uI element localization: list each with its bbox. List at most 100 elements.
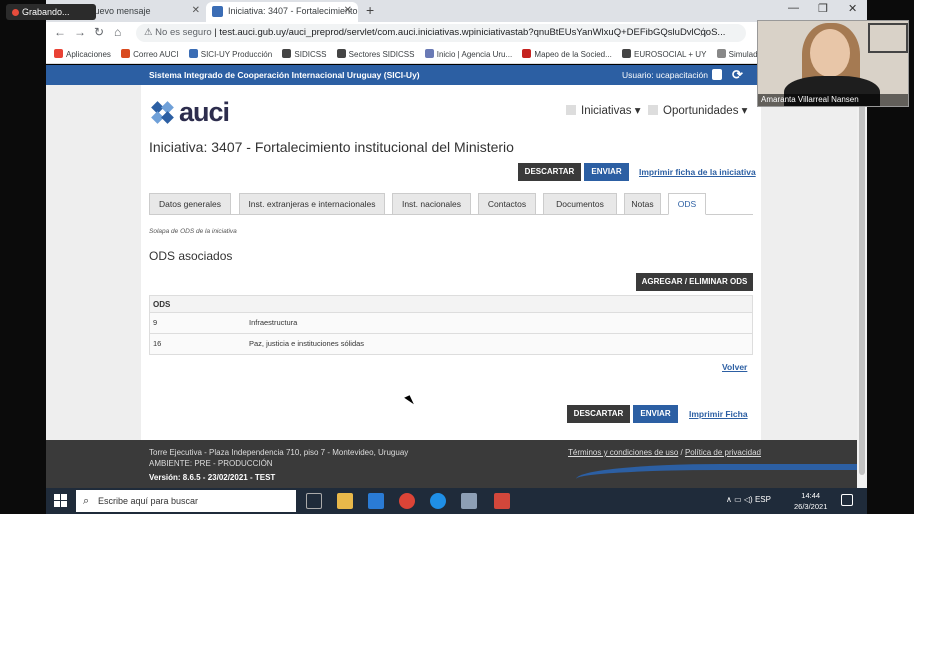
windows-start-icon[interactable] bbox=[54, 494, 67, 507]
minimize-button[interactable]: — bbox=[788, 2, 799, 14]
search-placeholder: Escribe aquí para buscar bbox=[98, 496, 199, 506]
logo-text: auci bbox=[179, 97, 230, 127]
security-label: No es seguro bbox=[155, 27, 212, 38]
tab-inst-nacionales[interactable]: Inst. nacionales bbox=[392, 193, 471, 215]
bookmark-inicio[interactable]: Inicio | Agencia Uru... bbox=[424, 49, 512, 59]
home-icon[interactable]: ⌂ bbox=[114, 25, 121, 39]
address-bar: ← → ↻ ⌂ ⚠ No es seguro | test.auci.gub.u… bbox=[46, 22, 867, 44]
print-initiative-link[interactable]: Imprimir ficha de la iniciativa bbox=[639, 167, 756, 177]
logout-icon[interactable]: ⟳ bbox=[732, 65, 743, 85]
mouse-cursor-icon bbox=[404, 395, 414, 407]
notifications-icon[interactable] bbox=[841, 494, 853, 506]
new-tab-button[interactable]: + bbox=[366, 2, 374, 18]
close-icon[interactable]: ✕ bbox=[192, 2, 200, 20]
clock-time: 14:44 bbox=[801, 491, 821, 500]
page-title: Iniciativa: 3407 - Fortalecimiento insti… bbox=[149, 139, 514, 155]
page-footer: Torre Ejecutiva - Plaza Independencia 71… bbox=[46, 440, 857, 488]
back-arrow-icon[interactable]: ← bbox=[54, 25, 66, 39]
tab-subtitle: Solapa de ODS de la iniciativa bbox=[149, 228, 237, 235]
bookmark-star-icon[interactable]: ☆ bbox=[698, 25, 709, 39]
send-button-bottom[interactable]: ENVIAR bbox=[633, 405, 678, 423]
bookmark-sectores[interactable]: Sectores SIDICSS bbox=[336, 49, 414, 59]
left-black-bar bbox=[0, 0, 46, 514]
page-scrollbar[interactable] bbox=[857, 65, 867, 488]
bookmark-correo[interactable]: Correo AUCI bbox=[121, 49, 179, 59]
url-input[interactable]: ⚠ No es seguro | test.auci.gub.uy/auci_p… bbox=[136, 24, 746, 42]
maximize-button[interactable]: ❐ bbox=[818, 2, 828, 15]
section-title: ODS asociados bbox=[149, 249, 233, 263]
clock[interactable]: 14:44 26/3/2021 bbox=[794, 490, 827, 512]
mail-app-icon[interactable] bbox=[368, 493, 384, 509]
iniciativas-icon bbox=[566, 105, 576, 115]
warning-icon: ⚠ bbox=[144, 27, 156, 38]
tab-label: Iniciativa: 3407 - Fortalecimiento bbox=[228, 6, 358, 16]
screen: Nuevo mensaje ✕ Iniciativa: 3407 - Fortal… bbox=[0, 0, 914, 514]
table-row[interactable]: 16 Paz, justicia e instituciones sólidas bbox=[149, 334, 753, 355]
nav-oportunidades[interactable]: Oportunidades ▾ bbox=[648, 103, 747, 117]
edge-icon[interactable] bbox=[430, 493, 446, 509]
back-link[interactable]: Volver bbox=[722, 362, 747, 372]
scrollbar-thumb[interactable] bbox=[859, 85, 865, 475]
site-icon bbox=[212, 6, 223, 17]
task-view-icon[interactable] bbox=[306, 493, 322, 509]
close-icon[interactable]: ✕ bbox=[344, 2, 352, 20]
taskbar-search-input[interactable]: ⌕ Escribe aquí para buscar bbox=[76, 490, 296, 512]
bookmarks-bar: Aplicaciones Correo AUCI SICI-UY Producc… bbox=[46, 44, 867, 64]
office-icon[interactable] bbox=[494, 493, 510, 509]
footer-wave-decoration bbox=[576, 464, 857, 488]
system-name: Sistema Integrado de Cooperación Interna… bbox=[149, 70, 420, 80]
network-icon[interactable]: ▭ bbox=[734, 495, 742, 504]
tab-iniciativa[interactable]: Iniciativa: 3407 - Fortalecimiento ✕ bbox=[206, 2, 358, 22]
send-button-top[interactable]: ENVIAR bbox=[584, 163, 629, 181]
bookmark-mapeo[interactable]: Mapeo de la Socied... bbox=[522, 49, 612, 59]
chrome-icon[interactable] bbox=[399, 493, 415, 509]
app-icon[interactable] bbox=[461, 493, 477, 509]
webcam-overlay: Amaranta Villarreal Nansen bbox=[757, 20, 909, 107]
bookmark-eurosocial[interactable]: EUROSOCIAL + UY bbox=[622, 49, 706, 59]
background-shelf bbox=[868, 23, 908, 53]
bookmark-sidicss[interactable]: SIDICSS bbox=[282, 49, 326, 59]
nav-iniciativas[interactable]: Iniciativas ▾ bbox=[566, 103, 640, 117]
search-icon: ⌕ bbox=[83, 495, 90, 507]
bookmark-sici[interactable]: SICI-UY Producción bbox=[188, 49, 272, 59]
lock-icon[interactable] bbox=[712, 69, 722, 80]
tab-contactos[interactable]: Contactos bbox=[478, 193, 536, 215]
tab-notas[interactable]: Notas bbox=[624, 193, 661, 215]
auci-logo[interactable]: auci bbox=[149, 97, 244, 127]
privacy-link[interactable]: Política de privacidad bbox=[685, 448, 761, 457]
windows-taskbar: ⌕ Escribe aquí para buscar ∧ ▭ ◁) ESP 14:… bbox=[46, 488, 867, 514]
browser-tabstrip: Nuevo mensaje ✕ Iniciativa: 3407 - Fortal… bbox=[46, 0, 867, 22]
add-remove-ods-button[interactable]: AGREGAR / ELIMINAR ODS bbox=[636, 273, 753, 291]
discard-button-bottom[interactable]: DESCARTAR bbox=[567, 405, 630, 423]
volume-icon[interactable]: ◁) bbox=[744, 495, 753, 504]
reload-icon[interactable]: ↻ bbox=[94, 25, 104, 39]
ods-code: 16 bbox=[153, 339, 162, 348]
chevron-up-icon[interactable]: ∧ bbox=[726, 495, 732, 504]
nav-oportunidades-label: Oportunidades bbox=[663, 105, 739, 117]
oportunidades-icon bbox=[648, 105, 658, 115]
language-indicator[interactable]: ESP bbox=[755, 495, 771, 504]
tab-inst-extranjeras[interactable]: Inst. extranjeras e internacionales bbox=[239, 193, 385, 215]
terms-link[interactable]: Términos y condiciones de uso bbox=[568, 448, 678, 457]
table-row[interactable]: 9 Infraestructura bbox=[149, 313, 753, 334]
discard-button-top[interactable]: DESCARTAR bbox=[518, 163, 581, 181]
auci-logo-mark bbox=[151, 101, 174, 124]
page-tabs: Datos generales Inst. extranjeras e inte… bbox=[149, 193, 753, 215]
main-content: auci Iniciativas ▾ Oportunidades ▾ Inici… bbox=[141, 85, 761, 465]
ods-name: Paz, justicia e instituciones sólidas bbox=[249, 339, 365, 348]
recording-label: Grabando... bbox=[22, 7, 70, 17]
bookmark-aplicaciones[interactable]: Aplicaciones bbox=[54, 49, 111, 59]
file-explorer-icon[interactable] bbox=[337, 493, 353, 509]
window-close-button[interactable]: ✕ bbox=[848, 2, 857, 15]
tab-datos-generales[interactable]: Datos generales bbox=[149, 193, 231, 215]
ods-code: 9 bbox=[153, 318, 158, 327]
table-header: ODS bbox=[149, 295, 753, 313]
tab-ods[interactable]: ODS bbox=[668, 193, 706, 215]
person-face bbox=[810, 29, 850, 77]
user-label: Usuario: ucapacitación bbox=[622, 70, 708, 80]
print-sheet-link[interactable]: Imprimir Ficha bbox=[689, 409, 748, 419]
tab-documentos[interactable]: Documentos bbox=[543, 193, 617, 215]
forward-arrow-icon[interactable]: → bbox=[74, 25, 86, 39]
footer-links: Términos y condiciones de uso / Política… bbox=[568, 448, 761, 457]
ods-table: ODS 9 Infraestructura 16 Paz, justicia e… bbox=[149, 295, 753, 355]
